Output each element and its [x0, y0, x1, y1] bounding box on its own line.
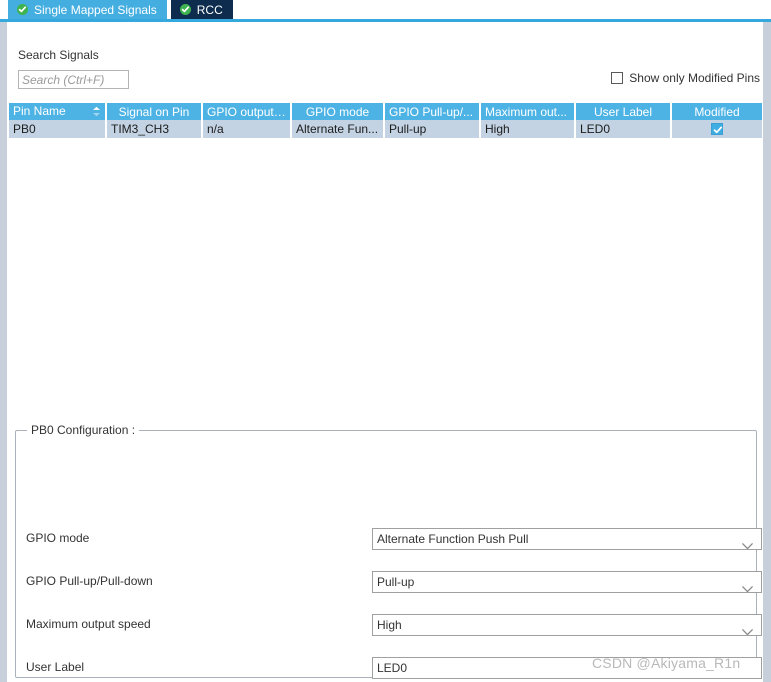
column-header-label: Modified — [694, 104, 740, 119]
right-edge-strip — [762, 18, 771, 682]
column-header-maximum-output-speed[interactable]: Maximum out... — [480, 103, 576, 120]
table-row[interactable]: PB0 TIM3_CH3 n/a Alternate Fun... Pull-u… — [9, 120, 762, 139]
column-header-label: Maximum out... — [485, 104, 568, 119]
column-header-gpio-output-level[interactable]: GPIO output l... — [202, 103, 292, 120]
cell-pin-name: PB0 — [9, 120, 107, 139]
input-value: LED0 — [377, 661, 408, 675]
cell-gpio-pull-up-down: Pull-up — [384, 120, 481, 139]
label-user-label: User Label — [26, 660, 85, 674]
checkbox-checked-icon[interactable] — [711, 123, 723, 135]
label-gpio-mode: GPIO mode — [26, 531, 90, 545]
form-row-gpio-mode: GPIO mode Alternate Function Push Pull — [16, 528, 762, 550]
column-header-pin-name[interactable]: Pin Name — [9, 103, 107, 120]
cell-maximum-output-speed: High — [480, 120, 576, 139]
column-header-user-label[interactable]: User Label — [575, 103, 672, 120]
search-input[interactable] — [18, 70, 129, 89]
column-header-label: User Label — [593, 104, 653, 119]
column-header-modified[interactable]: Modified — [671, 103, 762, 120]
groupbox-legend: PB0 Configuration : — [27, 423, 140, 437]
check-circle-icon — [179, 4, 191, 15]
select-value: Pull-up — [377, 575, 415, 589]
checkbox-box-icon — [611, 72, 624, 84]
pin-table: Pin Name Signal on Pin GPIO output l... — [9, 103, 762, 139]
select-value: Alternate Function Push Pull — [377, 532, 529, 546]
show-only-modified-pins-label: Show only Modified Pins — [629, 71, 760, 85]
form-row-user-label: User Label LED0 — [16, 657, 762, 679]
form-row-maximum-output-speed: Maximum output speed High — [16, 614, 762, 636]
column-header-label: GPIO output l... — [207, 104, 290, 119]
select-gpio-mode[interactable]: Alternate Function Push Pull — [372, 528, 762, 550]
cell-gpio-mode: Alternate Fun... — [291, 120, 385, 139]
label-maximum-output-speed: Maximum output speed — [26, 617, 151, 631]
tab-label: RCC — [196, 2, 223, 17]
select-gpio-pull-up-down[interactable]: Pull-up — [372, 571, 762, 593]
cell-modified[interactable] — [671, 120, 762, 139]
table-header-row: Pin Name Signal on Pin GPIO output l... — [9, 103, 762, 120]
chevron-down-icon — [742, 622, 753, 635]
cell-user-label: LED0 — [575, 120, 672, 139]
column-header-gpio-mode[interactable]: GPIO mode — [291, 103, 385, 120]
chevron-down-icon — [742, 536, 753, 549]
label-gpio-pull-up-down: GPIO Pull-up/Pull-down — [26, 574, 153, 588]
select-maximum-output-speed[interactable]: High — [372, 614, 762, 636]
cell-signal-on-pin: TIM3_CH3 — [106, 120, 203, 139]
sort-ascending-icon[interactable] — [92, 106, 101, 120]
column-header-label: Pin Name — [13, 103, 66, 118]
show-only-modified-pins-checkbox[interactable]: Show only Modified Pins — [611, 71, 760, 85]
select-value: High — [377, 618, 402, 632]
tab-rcc[interactable]: RCC — [170, 0, 233, 19]
left-edge-strip — [0, 0, 8, 682]
column-header-label: GPIO mode — [305, 104, 370, 119]
column-header-gpio-pull-up-down[interactable]: GPIO Pull-up/... — [384, 103, 481, 120]
tab-label: Single Mapped Signals — [34, 2, 157, 17]
pin-table-container[interactable]: Pin Name Signal on Pin GPIO output l... — [9, 103, 762, 411]
column-header-label: GPIO Pull-up/... — [389, 104, 474, 119]
chevron-down-icon — [742, 579, 753, 592]
column-header-label: Signal on Pin — [118, 104, 190, 119]
pb0-configuration-groupbox: PB0 Configuration : GPIO mode Alternate … — [15, 423, 762, 679]
search-signals-label: Search Signals — [18, 48, 99, 62]
tab-bar: Single Mapped Signals RCC — [0, 0, 771, 22]
column-header-signal-on-pin[interactable]: Signal on Pin — [106, 103, 203, 120]
cell-gpio-output-level: n/a — [202, 120, 292, 139]
check-circle-icon — [17, 4, 28, 15]
input-user-label[interactable]: LED0 — [372, 657, 762, 679]
form-row-gpio-pull-up-down: GPIO Pull-up/Pull-down Pull-up — [16, 571, 762, 593]
main-content: Search Signals Show only Modified Pins P… — [9, 22, 762, 682]
tab-single-mapped-signals[interactable]: Single Mapped Signals — [8, 0, 167, 19]
